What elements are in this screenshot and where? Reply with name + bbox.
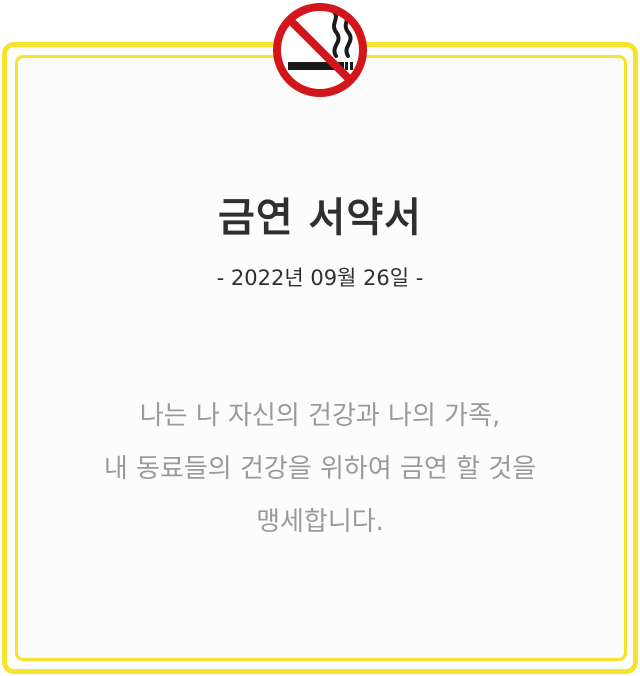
inner-frame bbox=[15, 55, 627, 661]
pledge-line-1: 나는 나 자신의 건강과 나의 가족, bbox=[139, 401, 501, 431]
pledge-line-3: 맹세합니다. bbox=[256, 507, 384, 537]
pledge-date: - 2022년 09월 26일 - bbox=[216, 266, 424, 290]
page-title: 금연 서약서 bbox=[218, 195, 422, 241]
pledge-text: 나는 나 자신의 건강과 나의 가족, 내 동료들의 건강을 위하여 금연 할 … bbox=[0, 390, 640, 549]
no-smoking-icon bbox=[273, 3, 367, 97]
pledge-line-2: 내 동료들의 건강을 위하여 금연 할 것을 bbox=[103, 454, 537, 484]
